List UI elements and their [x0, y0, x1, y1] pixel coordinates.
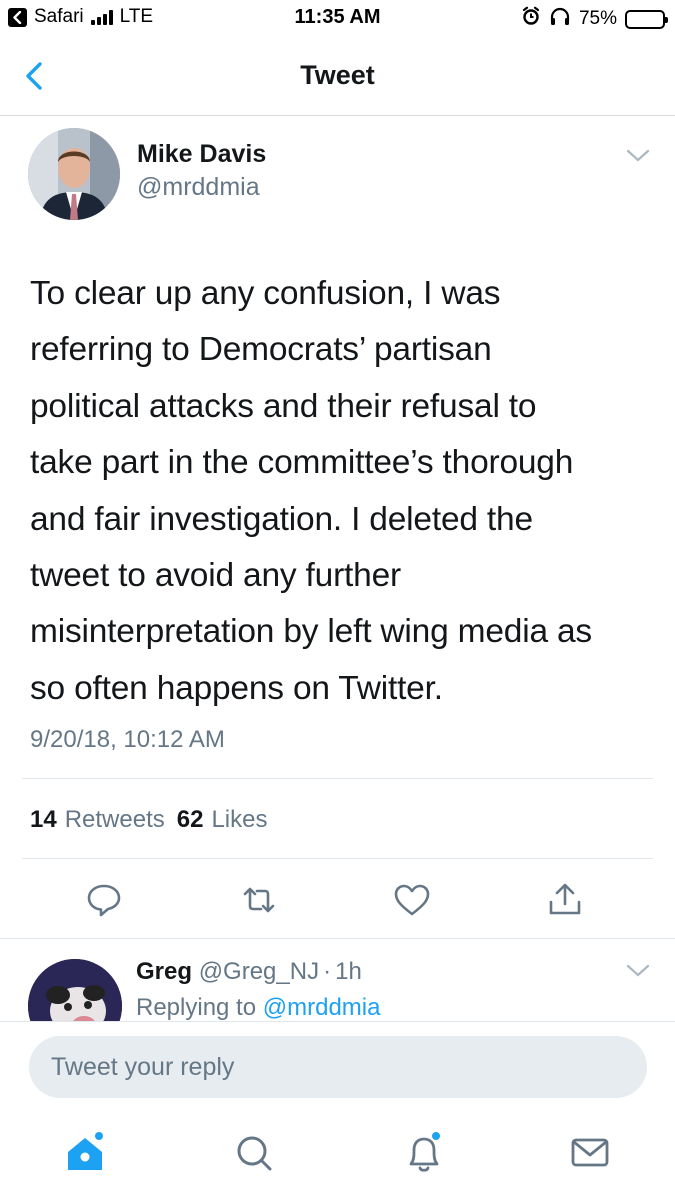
- tweet-text: To clear up any confusion, I was referri…: [30, 266, 655, 717]
- home-icon[interactable]: [62, 1130, 108, 1176]
- reply-composer-placeholder: Tweet your reply: [51, 1052, 235, 1081]
- alarm-icon: [521, 6, 541, 32]
- avatar[interactable]: [28, 959, 122, 1021]
- replying-to-mention[interactable]: @mrddmia: [263, 994, 381, 1021]
- tweet-timestamp: 9/20/18, 10:12 AM: [30, 726, 225, 753]
- messages-icon[interactable]: [567, 1130, 613, 1176]
- battery-percent: 75%: [578, 8, 617, 29]
- chevron-down-icon[interactable]: [624, 961, 652, 981]
- reply-author-handle[interactable]: @Greg_NJ: [199, 958, 319, 985]
- reply-separator: ·: [323, 958, 332, 985]
- tweet-text-line: referring to Democrats’ partisan: [30, 331, 492, 369]
- navigation-bar: Tweet: [0, 38, 675, 116]
- headphones-icon: [549, 6, 571, 32]
- author-handle[interactable]: @mrddmia: [137, 173, 260, 202]
- tab-bar: [0, 1110, 675, 1200]
- divider: [22, 778, 653, 779]
- divider: [0, 1021, 675, 1022]
- reply-age: 1h: [335, 958, 362, 985]
- tweet-text-line: and fair investigation. I deleted the: [30, 500, 533, 538]
- tweet-text-line: so often happens on Twitter.: [30, 669, 443, 707]
- status-bar: Safari LTE 11:35 AM 75%: [0, 0, 675, 38]
- search-icon[interactable]: [232, 1130, 278, 1176]
- reply-tweet[interactable]: Greg @Greg_NJ · 1h Replying to @mrddmia: [0, 823, 675, 1021]
- tweet-text-line: tweet to avoid any further: [30, 557, 401, 595]
- tweet-text-line: misinterpretation by left wing media as: [30, 613, 592, 651]
- author-name[interactable]: Mike Davis: [137, 140, 266, 169]
- reply-header: Greg @Greg_NJ · 1h: [136, 958, 362, 986]
- replying-to-label: Replying to: [136, 994, 257, 1021]
- page-title: Tweet: [300, 60, 375, 90]
- notifications-icon[interactable]: [401, 1130, 447, 1176]
- status-right: 75%: [521, 6, 668, 32]
- tweet-text-line: political attacks and their refusal to: [30, 387, 537, 425]
- tweet-text-line: take part in the committee’s thorough: [30, 444, 574, 482]
- chevron-down-icon[interactable]: [624, 146, 652, 166]
- replying-to: Replying to @mrddmia: [136, 994, 380, 1021]
- reply-composer-input[interactable]: Tweet your reply: [29, 1036, 647, 1098]
- avatar[interactable]: [28, 128, 120, 220]
- tweet-text-line: To clear up any confusion, I was: [30, 275, 501, 312]
- reply-author-name[interactable]: Greg: [136, 958, 192, 985]
- battery-icon: [625, 9, 668, 29]
